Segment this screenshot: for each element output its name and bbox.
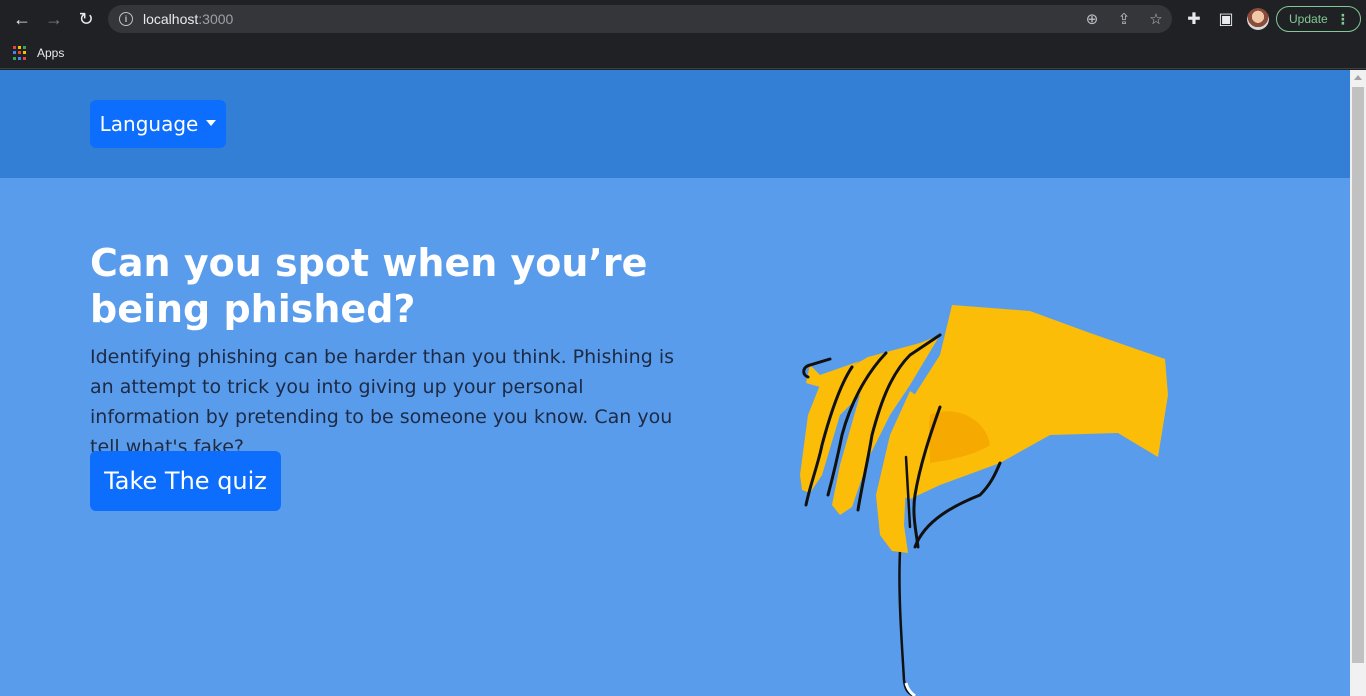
language-dropdown-button[interactable]: Language (90, 100, 226, 148)
page-scrollbar[interactable] (1350, 70, 1366, 696)
reload-button[interactable]: ↻ (70, 3, 102, 35)
hand-hook-illustration (800, 305, 1168, 696)
fishing-line (898, 550, 915, 696)
apps-grid-icon (13, 45, 28, 61)
toolbar-right: ✚ ▣ Update ⋮ (1178, 3, 1361, 35)
address-bar-actions: ⊕ ⇪ ☆ (1076, 5, 1172, 33)
page-viewport: Language Can you spot when you’re being … (0, 70, 1350, 696)
side-panel-icon[interactable]: ▣ (1210, 9, 1242, 29)
caret-down-icon (206, 120, 217, 126)
hero-title: Can you spot when you’re being phished? (90, 241, 648, 331)
extensions-icon[interactable]: ✚ (1178, 9, 1210, 29)
take-quiz-button[interactable]: Take The quiz (90, 451, 281, 511)
zoom-icon[interactable]: ⊕ (1076, 10, 1108, 28)
bookmarks-bar: Apps (0, 38, 1366, 69)
scroll-up-icon[interactable] (1354, 75, 1362, 80)
info-icon[interactable]: i (119, 12, 133, 26)
language-label: Language (99, 112, 199, 136)
star-icon[interactable]: ☆ (1140, 10, 1172, 28)
url-text[interactable]: localhost:3000 (143, 11, 233, 27)
forward-icon: → (45, 8, 63, 29)
back-button[interactable]: ← (6, 3, 38, 35)
more-icon: ⋮ (1335, 10, 1350, 27)
profile-avatar[interactable] (1247, 8, 1269, 30)
browser-toolbar: ← → ↻ i localhost:3000 ⊕ ⇪ ☆ ✚ ▣ Update … (0, 0, 1366, 38)
header-band: Language (0, 70, 1350, 178)
update-label: Update (1289, 12, 1328, 26)
reload-icon: ↻ (78, 8, 94, 29)
scrollbar-thumb[interactable] (1352, 87, 1364, 663)
back-icon: ← (13, 8, 31, 29)
hero-description: Identifying phishing can be harder than … (90, 346, 674, 458)
bookmark-apps[interactable]: Apps (37, 46, 64, 60)
url-port: :3000 (198, 11, 234, 27)
update-button[interactable]: Update ⋮ (1276, 6, 1361, 32)
url-host: localhost (143, 11, 199, 27)
forward-button[interactable]: → (38, 3, 70, 35)
share-icon[interactable]: ⇪ (1108, 10, 1140, 28)
address-bar[interactable]: i localhost:3000 ⊕ ⇪ ☆ (108, 5, 1172, 33)
